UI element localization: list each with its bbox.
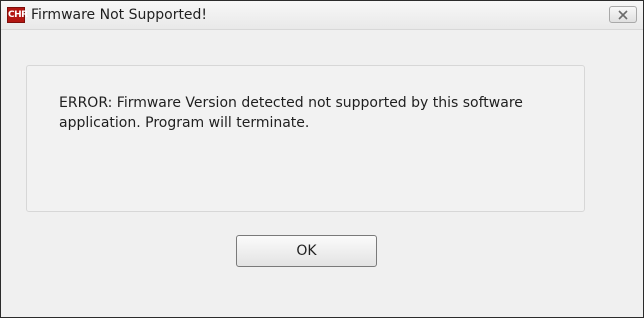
- message-panel: ERROR: Firmware Version detected not sup…: [26, 65, 585, 212]
- title-bar[interactable]: CHR Firmware Not Supported!: [1, 1, 643, 30]
- error-message: ERROR: Firmware Version detected not sup…: [59, 95, 523, 131]
- close-icon: [618, 10, 628, 20]
- close-button[interactable]: [609, 6, 637, 23]
- app-logo-icon: CHR: [7, 7, 28, 23]
- app-logo-text: CHR: [8, 10, 28, 20]
- window-title: Firmware Not Supported!: [31, 7, 208, 23]
- error-dialog-window: CHR Firmware Not Supported! ERROR: Firmw…: [0, 0, 644, 318]
- ok-button[interactable]: OK: [236, 235, 377, 267]
